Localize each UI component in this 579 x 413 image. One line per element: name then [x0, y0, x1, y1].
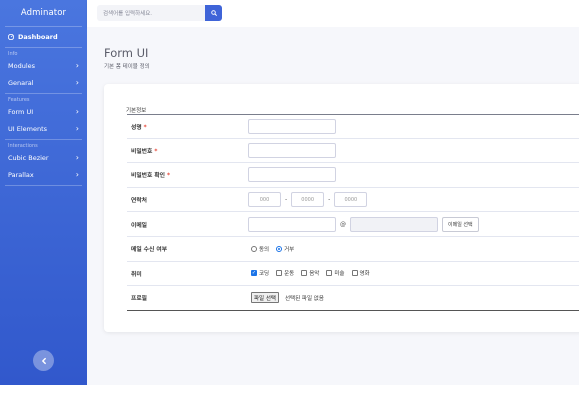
sidebar-item-general[interactable]: Genaral › [0, 74, 87, 91]
phone-field-1[interactable]: 000 [248, 192, 281, 208]
name-label: 성명 * [131, 124, 147, 131]
form-row-password: 비밀번호 * [127, 139, 579, 164]
form-card: 기본정보 성명 * 비밀번호 * 비밀번호 확인 * 연락처 000 - 000… [104, 84, 579, 332]
password-confirm-label: 비밀번호 확인 * [131, 173, 171, 180]
checkbox-label: 미술 [334, 271, 345, 278]
search-input[interactable]: 검색어를 입력하세요. [97, 5, 207, 21]
sidebar-item-label: Cubic Bezier [8, 153, 49, 162]
email-select-button[interactable]: 이메일 선택 [442, 216, 479, 232]
phone-separator: - [285, 196, 288, 204]
brand-logo[interactable]: Adminator [0, 0, 87, 26]
page-subtitle: 기본 폼 테이블 정의 [104, 64, 150, 70]
email-id-field[interactable] [248, 216, 336, 232]
sidebar-item-dashboard[interactable]: Dashboard [0, 27, 87, 47]
name-field[interactable] [248, 118, 336, 134]
email-domain-field[interactable] [350, 216, 438, 232]
file-status-text: 선택된 파일 없음 [285, 295, 324, 302]
form-legend: 기본정보 [126, 108, 147, 114]
radio-button[interactable] [251, 245, 257, 252]
required-mark: * [143, 124, 147, 131]
sidebar-item-label: Dashboard [18, 33, 58, 41]
phone-field-2[interactable]: 0000 [291, 192, 325, 208]
chevron-right-icon: › [75, 152, 79, 162]
search-icon [210, 10, 217, 16]
sidebar-item-label: Modules [8, 61, 36, 70]
mail-receive-label: 메일 수신 여부 [131, 247, 168, 254]
sidebar-item-label: Parallax [8, 170, 34, 179]
dashboard-icon [8, 34, 14, 40]
sidebar-item-cubic-bezier[interactable]: Cubic Bezier › [0, 149, 87, 166]
checkbox[interactable] [301, 270, 308, 277]
form-row-name: 성명 * [127, 114, 579, 139]
checkbox-art[interactable]: 미술 [326, 269, 345, 278]
email-at-sign: @ [340, 220, 346, 228]
search-button[interactable] [205, 5, 222, 21]
section-heading-features: Features [8, 97, 30, 103]
checkbox-label: 코딩 [259, 271, 270, 278]
sidebar-item-label: Genaral [8, 78, 34, 87]
chevron-right-icon: › [75, 169, 79, 179]
form-row-phone: 연락처 000 - 0000 - 0000 [127, 188, 579, 213]
form-row-email: 이메일 @ 이메일 선택 [127, 212, 579, 237]
checkbox-music[interactable]: 음악 [301, 269, 319, 277]
section-heading-info: Info [8, 51, 18, 57]
file-select-button[interactable]: 파일 선택 [251, 292, 279, 304]
phone-label: 연락처 [131, 198, 147, 205]
chevron-right-icon: › [75, 77, 79, 87]
sidebar-item-form-ui[interactable]: Form UI › [0, 103, 87, 120]
sidebar-item-ui-elements[interactable]: UI Elements › [0, 120, 87, 137]
chevron-right-icon: › [75, 106, 79, 116]
radio-agree[interactable]: 동의 [251, 245, 269, 253]
checkbox[interactable] [276, 270, 283, 277]
checkbox-movie[interactable]: 영화 [351, 269, 370, 278]
section-heading-interactions: Interactions [8, 143, 38, 149]
topbar: 검색어를 입력하세요. [87, 0, 579, 27]
radio-label: 동의 [259, 246, 270, 253]
checkbox-label: 음악 [309, 271, 320, 278]
form-row-mail-receive: 메일 수신 여부 동의 거부 [127, 237, 579, 262]
checkbox[interactable] [326, 270, 333, 277]
sidebar-item-label: Form UI [8, 107, 34, 116]
sidebar: Adminator Dashboard Info Modules › Genar… [0, 0, 87, 385]
password-confirm-field[interactable] [248, 167, 336, 183]
radio-label: 거부 [284, 246, 295, 253]
sidebar-divider [5, 185, 82, 186]
checkbox[interactable] [351, 270, 358, 277]
required-mark: * [154, 148, 158, 155]
radio-refuse[interactable]: 거부 [276, 245, 294, 253]
checkbox[interactable]: ✓ [251, 270, 257, 277]
password-label: 비밀번호 * [131, 148, 158, 155]
required-mark: * [167, 173, 171, 180]
main-content: Form UI 기본 폼 테이블 정의 기본정보 성명 * 비밀번호 * 비밀번호 … [87, 27, 579, 385]
password-field[interactable] [248, 142, 336, 158]
phone-field-3[interactable]: 0000 [334, 192, 368, 208]
checkbox-coding[interactable]: ✓ 코딩 [251, 269, 269, 277]
sidebar-collapse-button[interactable] [33, 350, 54, 371]
sidebar-item-label: UI Elements [8, 124, 48, 133]
sidebar-item-parallax[interactable]: Parallax › [0, 166, 87, 183]
chevron-right-icon: › [75, 60, 79, 70]
checkbox-label: 운동 [284, 271, 295, 278]
phone-separator: - [328, 196, 331, 204]
page-title: Form UI [104, 46, 149, 60]
sidebar-item-modules[interactable]: Modules › [0, 57, 87, 74]
checkbox-label: 영화 [359, 271, 370, 278]
checkbox-exercise[interactable]: 운동 [276, 269, 294, 277]
form-row-password-confirm: 비밀번호 확인 * [127, 163, 579, 188]
hobby-label: 취미 [131, 271, 142, 278]
radio-button[interactable] [276, 245, 283, 252]
form-row-profile: 프로필 파일 선택 선택된 파일 없음 [127, 286, 579, 311]
profile-label: 프로필 [131, 296, 147, 303]
chevron-left-icon [41, 357, 46, 364]
form-row-hobby: 취미 ✓ 코딩 운동 음악 미술 영화 [127, 262, 579, 287]
email-label: 이메일 [131, 222, 147, 229]
form-table: 성명 * 비밀번호 * 비밀번호 확인 * 연락처 000 - 0000 - 0… [127, 114, 579, 311]
chevron-right-icon: › [75, 123, 79, 133]
